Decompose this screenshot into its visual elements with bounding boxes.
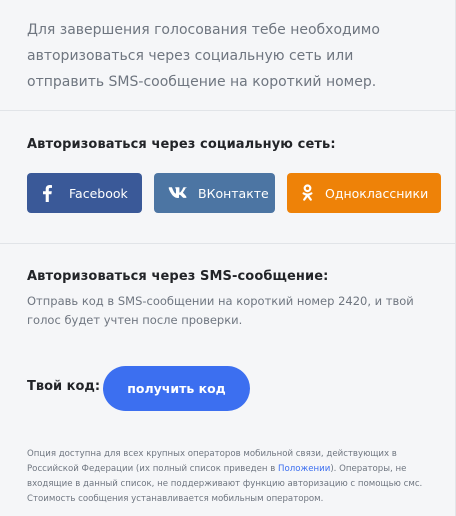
facebook-login-button[interactable]: Facebook	[27, 173, 142, 213]
intro-text: Для завершения голосования тебе необходи…	[27, 22, 380, 90]
section-divider	[0, 243, 456, 244]
vkontakte-button-label: ВКонтакте	[198, 185, 269, 201]
facebook-button-label: Facebook	[69, 185, 128, 201]
sms-auth-title: Авторизоваться через SMS-сообщение:	[27, 269, 329, 284]
operators-footnote: Опция доступна для всех крупных оператор…	[27, 447, 432, 507]
vote-authorization-panel: Для завершения голосования тебе необходи…	[0, 0, 456, 516]
vkontakte-login-button[interactable]: ВКонтакте	[154, 173, 275, 213]
section-divider	[0, 110, 456, 111]
odnoklassniki-icon	[299, 184, 315, 202]
get-code-button[interactable]: получить код	[103, 366, 250, 411]
odnoklassniki-button-label: Одноклассники	[325, 185, 429, 201]
vk-icon	[166, 187, 188, 199]
your-code-label: Твой код:	[27, 379, 101, 394]
regulations-link[interactable]: Положении	[278, 464, 330, 474]
facebook-icon	[39, 184, 55, 202]
odnoklassniki-login-button[interactable]: Одноклассники	[287, 173, 441, 213]
sms-instructions: Отправь код в SMS-сообщении на короткий …	[27, 294, 414, 327]
social-auth-title: Авторизоваться через социальную сеть:	[27, 137, 336, 152]
